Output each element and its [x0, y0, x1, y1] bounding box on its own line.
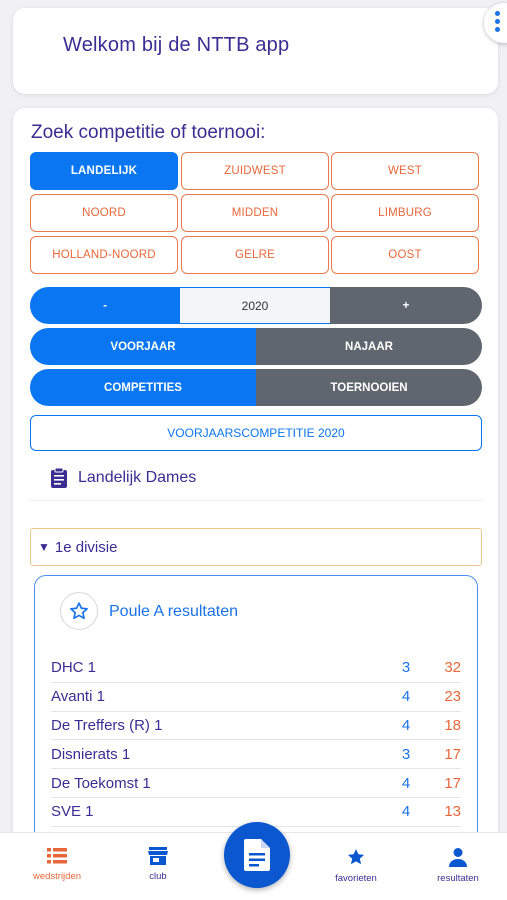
- search-title: Zoek competitie of toernooi:: [31, 122, 266, 143]
- nav-item-resultaten[interactable]: resultaten: [413, 833, 503, 900]
- tournaments-button[interactable]: TOERNOOIEN: [256, 369, 482, 406]
- nav-label: favorieten: [335, 873, 377, 884]
- team-name: De Treffers (R) 1: [51, 716, 163, 734]
- matches-played: 4: [401, 688, 411, 706]
- clipboard-icon: [51, 467, 67, 488]
- region-button-limburg[interactable]: LIMBURG: [331, 194, 479, 232]
- region-button-zuidwest[interactable]: ZUIDWEST: [181, 152, 329, 190]
- matches-played: 4: [401, 774, 411, 792]
- region-button-midden[interactable]: MIDDEN: [181, 194, 329, 232]
- poule-title: Poule A resultaten: [109, 603, 238, 620]
- points: 23: [444, 688, 461, 706]
- type-toggle: COMPETITIES TOERNOOIEN: [30, 369, 482, 406]
- document-icon: [244, 839, 270, 871]
- poule-card: Poule A resultaten DHC 1 3 32 Avanti 1 4…: [34, 575, 478, 855]
- competitions-button[interactable]: COMPETITIES: [30, 369, 256, 406]
- star-outline-icon: [70, 602, 88, 620]
- year-stepper: - 2020 +: [30, 287, 482, 324]
- favorite-button[interactable]: [60, 592, 98, 630]
- region-button-noord[interactable]: NOORD: [30, 194, 178, 232]
- welcome-card: Welkom bij de NTTB app: [13, 8, 498, 94]
- year-increment-button[interactable]: +: [330, 287, 482, 324]
- team-name: Disnierats 1: [51, 745, 131, 763]
- region-button-holland-noord[interactable]: HOLLAND-NOORD: [30, 236, 178, 274]
- center-document-button[interactable]: [224, 822, 290, 888]
- person-icon: [449, 848, 467, 867]
- store-icon: [148, 847, 168, 865]
- table-row[interactable]: DHC 1 3 32: [51, 654, 461, 683]
- search-card: Zoek competitie of toernooi: LANDELIJK Z…: [13, 108, 498, 855]
- nav-label: club: [149, 871, 167, 882]
- competition-item[interactable]: Landelijk Dames: [30, 456, 482, 501]
- nav-item-favorieten[interactable]: favorieten: [311, 833, 401, 900]
- division-toggle[interactable]: ▼ 1e divisie: [30, 528, 482, 566]
- points: 18: [444, 716, 461, 734]
- nav-item-club[interactable]: club: [113, 833, 203, 900]
- region-button-gelre[interactable]: GELRE: [181, 236, 329, 274]
- points: 17: [444, 774, 461, 792]
- season-autumn-button[interactable]: NAJAAR: [256, 328, 482, 365]
- nav-item-wedstrijden[interactable]: wedstrijden: [12, 833, 102, 900]
- page-title: Welkom bij de NTTB app: [63, 34, 290, 56]
- table-row[interactable]: Disnierats 1 3 17: [51, 740, 461, 770]
- caret-down-icon: ▼: [38, 540, 50, 554]
- region-button-landelijk[interactable]: LANDELIJK: [30, 152, 178, 190]
- nav-label: wedstrijden: [32, 871, 82, 882]
- list-icon: [47, 848, 67, 864]
- team-name: Avanti 1: [51, 688, 105, 706]
- region-button-west[interactable]: WEST: [331, 152, 479, 190]
- matches-played: 3: [401, 659, 411, 677]
- year-decrement-button[interactable]: -: [30, 287, 180, 324]
- matches-played: 3: [401, 745, 411, 763]
- more-vertical-icon: [495, 11, 501, 35]
- division-label: 1e divisie: [54, 538, 118, 556]
- season-toggle: VOORJAAR NAJAAR: [30, 328, 482, 365]
- table-row[interactable]: De Treffers (R) 1 4 18: [51, 712, 461, 741]
- year-value: 2020: [180, 287, 330, 324]
- points: 32: [444, 659, 461, 677]
- matches-played: 4: [401, 716, 411, 734]
- team-name: DHC 1: [51, 659, 97, 677]
- matches-played: 4: [401, 803, 411, 821]
- standings-table: DHC 1 3 32 Avanti 1 4 23 De Treffers (R)…: [51, 654, 461, 827]
- nav-label: resultaten: [437, 873, 479, 884]
- points: 17: [444, 745, 461, 763]
- season-spring-button[interactable]: VOORJAAR: [30, 328, 256, 365]
- table-row[interactable]: Avanti 1 4 23: [51, 683, 461, 712]
- competition-select-button[interactable]: VOORJAARSCOMPETITIE 2020: [30, 415, 482, 451]
- star-icon: [347, 849, 365, 865]
- region-button-oost[interactable]: OOST: [331, 236, 479, 274]
- table-row[interactable]: De Toekomst 1 4 17: [51, 769, 461, 798]
- team-name: SVE 1: [51, 803, 94, 821]
- competition-name: Landelijk Dames: [78, 469, 197, 486]
- team-name: De Toekomst 1: [51, 774, 151, 792]
- points: 13: [444, 803, 461, 821]
